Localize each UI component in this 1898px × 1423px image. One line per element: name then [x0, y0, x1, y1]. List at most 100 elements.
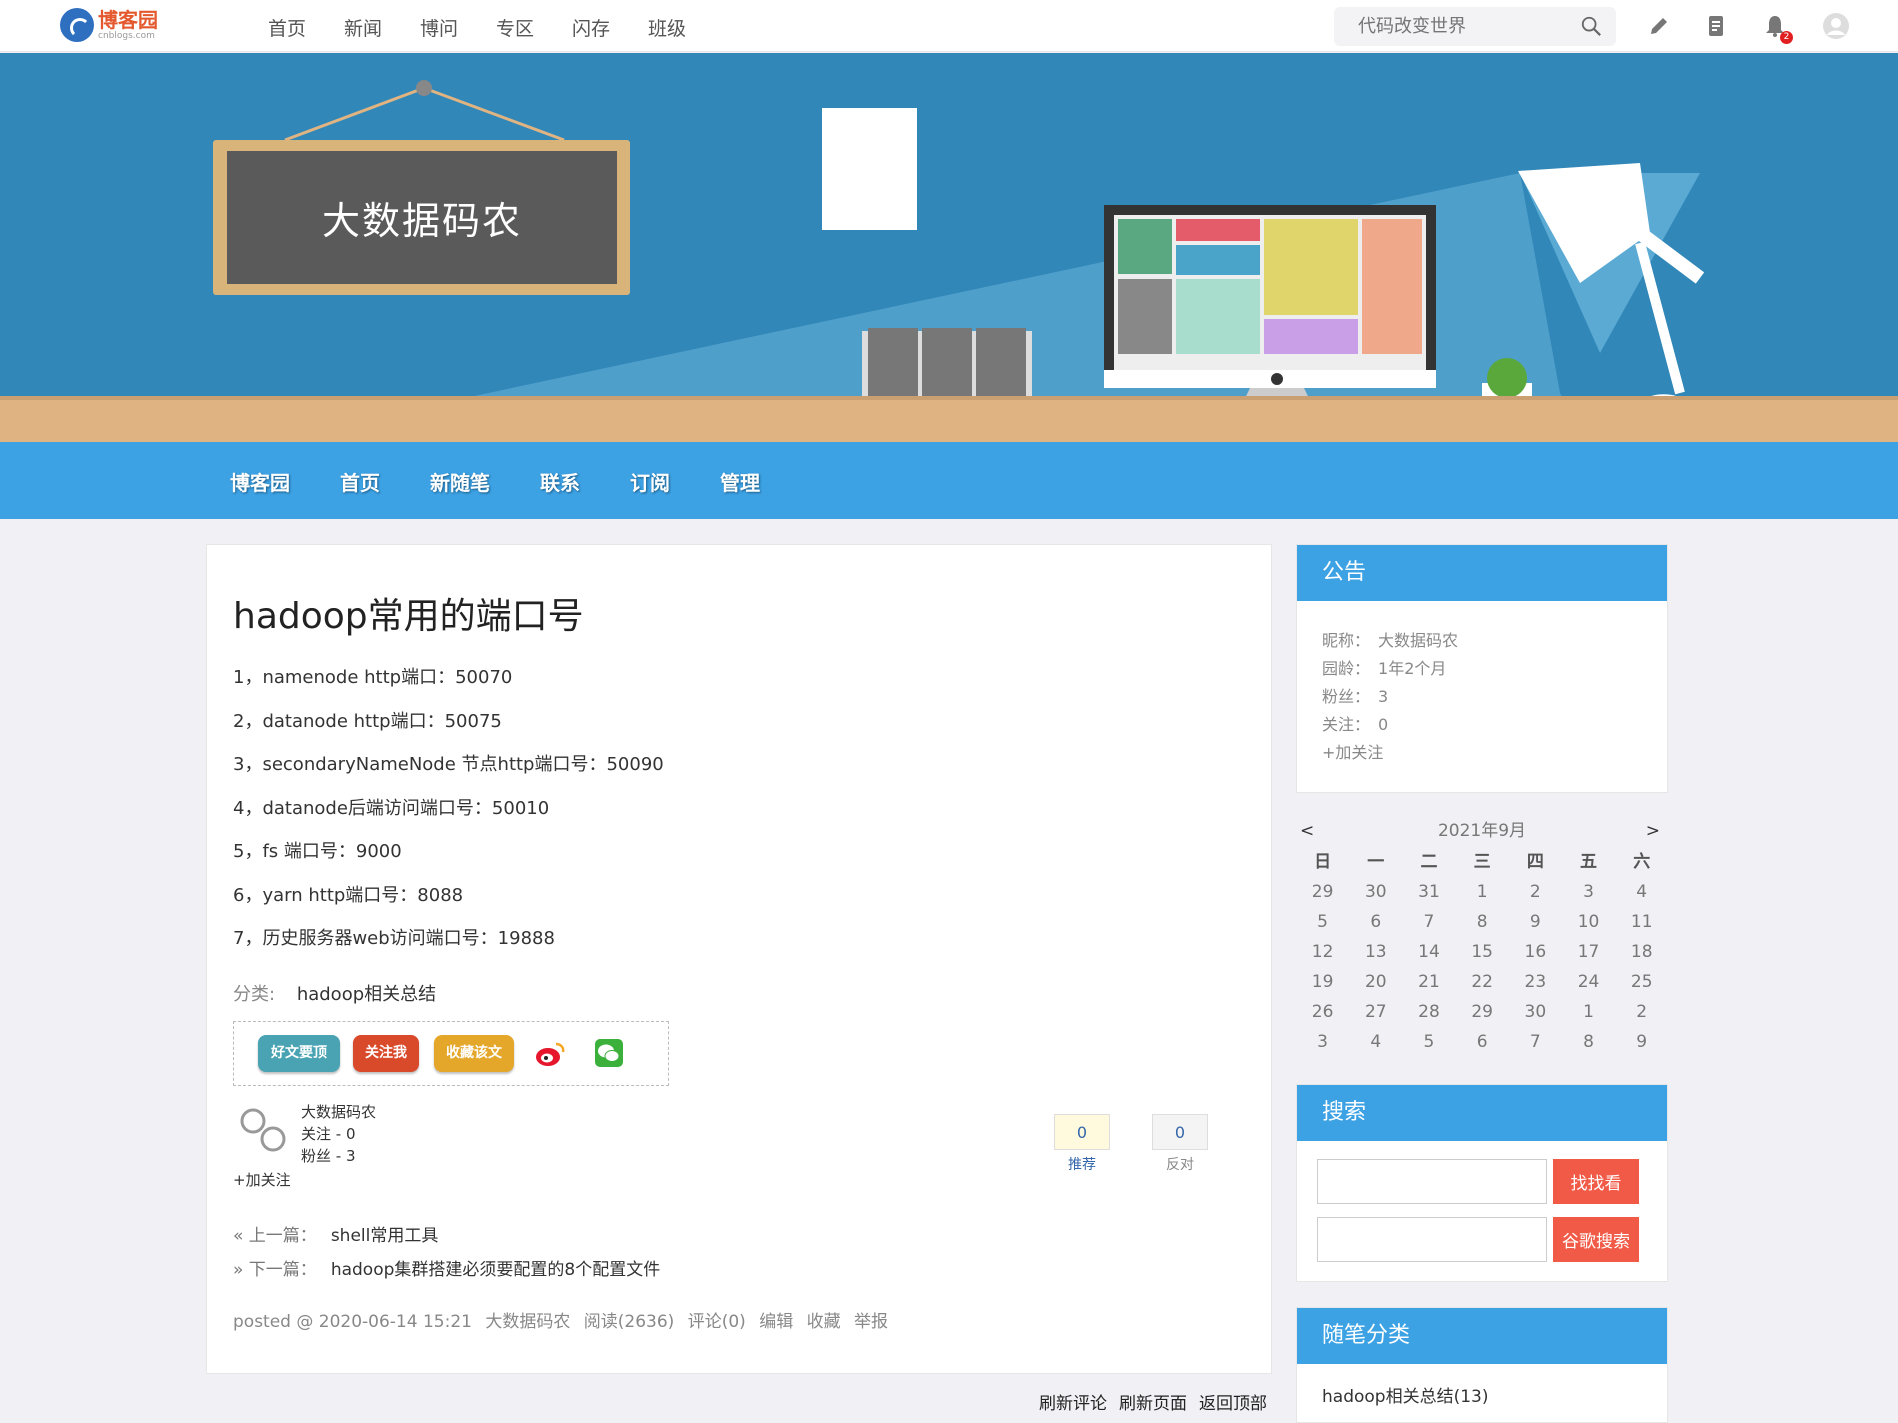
calendar-day[interactable]: 26 — [1296, 997, 1349, 1027]
category-item[interactable]: hadoop相关总结(13) — [1322, 1382, 1642, 1407]
blog-nav-contact[interactable]: 联系 — [540, 467, 580, 496]
calendar-day[interactable]: 28 — [1402, 997, 1455, 1027]
calendar-next-button[interactable]: > — [1646, 815, 1660, 847]
post-author-link[interactable]: 大数据码农 — [485, 1312, 570, 1332]
calendar-day[interactable]: 2 — [1509, 877, 1562, 907]
calendar-day[interactable]: 18 — [1615, 937, 1668, 967]
calendar-day[interactable]: 7 — [1402, 907, 1455, 937]
calendar-day[interactable]: 9 — [1615, 1027, 1668, 1057]
site-nav-news[interactable]: 新闻 — [344, 14, 420, 41]
prev-post-link[interactable]: shell常用工具 — [331, 1226, 439, 1246]
calendar-day[interactable]: 8 — [1456, 907, 1509, 937]
paper-note — [822, 108, 917, 230]
blog-nav-new-post[interactable]: 新随笔 — [430, 467, 490, 496]
calendar-day[interactable]: 5 — [1296, 907, 1349, 937]
blog-nav-subscribe[interactable]: 订阅 — [630, 467, 670, 496]
calendar-day[interactable]: 10 — [1562, 907, 1615, 937]
weibo-icon[interactable] — [534, 1040, 566, 1068]
calendar-day[interactable]: 29 — [1456, 997, 1509, 1027]
blog-nav-admin[interactable]: 管理 — [720, 467, 760, 496]
post-icon[interactable] — [1704, 14, 1728, 38]
category-panel: 随笔分类 hadoop相关总结(13) — [1296, 1307, 1668, 1423]
calendar-day[interactable]: 24 — [1562, 967, 1615, 997]
blog-title[interactable]: 大数据码农 — [322, 190, 522, 245]
search-icon[interactable] — [1580, 15, 1602, 37]
calendar-day[interactable]: 8 — [1562, 1027, 1615, 1057]
post-favorite-link[interactable]: 收藏 — [807, 1312, 841, 1332]
calendar-day[interactable]: 15 — [1456, 937, 1509, 967]
calendar-day[interactable]: 4 — [1349, 1027, 1402, 1057]
site-logo[interactable]: 博客园 cnblogs.com — [60, 8, 158, 42]
site-topbar: 博客园 cnblogs.com 首页 新闻 博问 专区 闪存 班级 2 — [0, 0, 1898, 52]
calendar-day[interactable]: 2 — [1615, 997, 1668, 1027]
edit-icon[interactable] — [1647, 14, 1671, 38]
calendar-day[interactable]: 17 — [1562, 937, 1615, 967]
age-value[interactable]: 1年2个月 — [1378, 659, 1446, 678]
author-name[interactable]: 大数据码农 — [301, 1101, 421, 1123]
follow-button[interactable]: 关注我 — [353, 1035, 419, 1072]
calendar-day[interactable]: 3 — [1296, 1027, 1349, 1057]
calendar-day[interactable]: 3 — [1562, 877, 1615, 907]
calendar-day[interactable]: 23 — [1509, 967, 1562, 997]
calendar-day[interactable]: 1 — [1456, 877, 1509, 907]
refresh-comments-link[interactable]: 刷新评论 — [1039, 1389, 1107, 1414]
find-button[interactable]: 找找看 — [1553, 1159, 1639, 1204]
sidebar-add-follow[interactable]: +加关注 — [1322, 739, 1642, 767]
site-nav-q[interactable]: 博问 — [420, 14, 496, 41]
calendar-day[interactable]: 11 — [1615, 907, 1668, 937]
calendar-day[interactable]: 31 — [1402, 877, 1455, 907]
site-nav-zone[interactable]: 专区 — [496, 14, 572, 41]
calendar-day[interactable]: 27 — [1349, 997, 1402, 1027]
blog-nav-cnblogs[interactable]: 博客园 — [230, 467, 290, 496]
google-search-input[interactable] — [1317, 1217, 1547, 1262]
calendar-day[interactable]: 12 — [1296, 937, 1349, 967]
calendar-day[interactable]: 1 — [1562, 997, 1615, 1027]
calendar-day[interactable]: 30 — [1349, 877, 1402, 907]
fans-value[interactable]: 3 — [1378, 687, 1388, 706]
calendar-day[interactable]: 6 — [1456, 1027, 1509, 1057]
calendar-day[interactable]: 30 — [1509, 997, 1562, 1027]
bury-box[interactable]: 0 反对 — [1152, 1114, 1208, 1174]
nick-value[interactable]: 大数据码农 — [1378, 631, 1458, 650]
post-report-link[interactable]: 举报 — [854, 1312, 888, 1332]
next-post-link[interactable]: hadoop集群搭建必须要配置的8个配置文件 — [331, 1260, 660, 1280]
author-following[interactable]: 关注 - 0 — [301, 1123, 421, 1145]
calendar-day[interactable]: 16 — [1509, 937, 1562, 967]
site-nav-class[interactable]: 班级 — [648, 14, 724, 41]
calendar-day[interactable]: 29 — [1296, 877, 1349, 907]
calendar-day[interactable]: 22 — [1456, 967, 1509, 997]
back-to-top-link[interactable]: 返回顶部 — [1199, 1389, 1267, 1414]
avatar[interactable] — [1822, 12, 1850, 40]
calendar-day[interactable]: 20 — [1349, 967, 1402, 997]
calendar-prev-button[interactable]: < — [1300, 815, 1314, 847]
calendar-day[interactable]: 7 — [1509, 1027, 1562, 1057]
favorite-button[interactable]: 收藏该文 — [434, 1035, 514, 1072]
refresh-page-link[interactable]: 刷新页面 — [1119, 1389, 1187, 1414]
calendar-day[interactable]: 5 — [1402, 1027, 1455, 1057]
calendar-day[interactable]: 19 — [1296, 967, 1349, 997]
calendar-day[interactable]: 6 — [1349, 907, 1402, 937]
calendar-day[interactable]: 25 — [1615, 967, 1668, 997]
post-edit-link[interactable]: 编辑 — [759, 1312, 793, 1332]
calendar-day[interactable]: 4 — [1615, 877, 1668, 907]
follow-value[interactable]: 0 — [1378, 715, 1388, 734]
author-avatar[interactable] — [239, 1107, 287, 1155]
site-nav-home[interactable]: 首页 — [268, 14, 344, 41]
recommend-button[interactable]: 好文要顶 — [258, 1035, 340, 1072]
sidebar-search-input[interactable] — [1317, 1159, 1547, 1204]
site-nav-ing[interactable]: 闪存 — [572, 14, 648, 41]
site-search-input[interactable] — [1334, 7, 1554, 46]
calendar-day[interactable]: 14 — [1402, 937, 1455, 967]
calendar-day[interactable]: 13 — [1349, 937, 1402, 967]
author-fans[interactable]: 粉丝 - 3 — [301, 1145, 421, 1167]
wechat-icon[interactable] — [594, 1038, 624, 1068]
digg-box[interactable]: 0 推荐 — [1054, 1114, 1110, 1174]
post-title[interactable]: hadoop常用的端口号 — [233, 587, 584, 639]
calendar-day[interactable]: 21 — [1402, 967, 1455, 997]
category-link[interactable]: hadoop相关总结 — [297, 984, 436, 1005]
search-title: 搜索 — [1297, 1085, 1667, 1141]
blog-nav-home[interactable]: 首页 — [340, 467, 380, 496]
author-add-follow[interactable]: +加关注 — [233, 1169, 323, 1190]
google-search-button[interactable]: 谷歌搜索 — [1553, 1217, 1639, 1262]
calendar-day[interactable]: 9 — [1509, 907, 1562, 937]
